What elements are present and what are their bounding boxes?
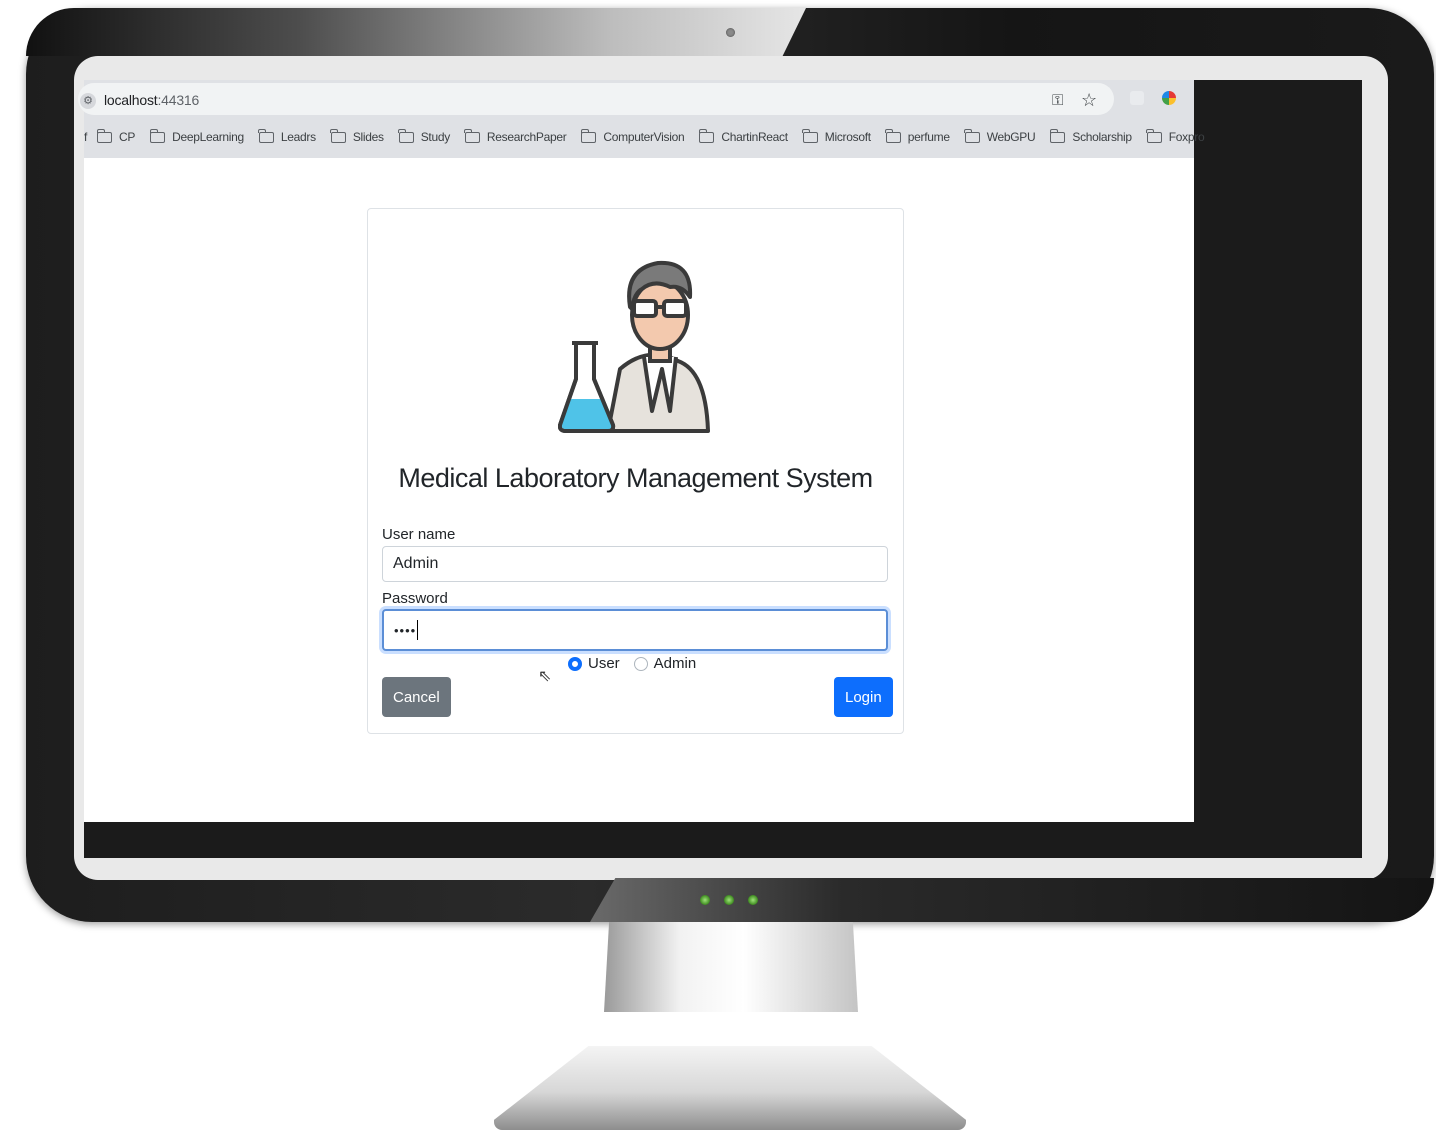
folder-icon bbox=[149, 128, 166, 143]
folder-icon bbox=[464, 128, 480, 143]
monitor-bezel-highlight bbox=[26, 8, 806, 56]
browser-window: ⚙ localhost:44316 ⚿ ☆ f CP DeepLearning … bbox=[78, 80, 1205, 822]
folder-icon bbox=[964, 128, 980, 143]
folder-icon bbox=[330, 128, 346, 143]
folder-icon bbox=[96, 128, 113, 143]
webcam-dot bbox=[726, 28, 735, 37]
bookmark-item[interactable]: ComputerVision bbox=[580, 128, 685, 144]
bookmark-label: Foxpro bbox=[1168, 130, 1205, 144]
monitor-status-leds bbox=[700, 895, 758, 905]
username-label: User name bbox=[382, 526, 456, 543]
status-led bbox=[724, 895, 734, 905]
login-button[interactable]: Login bbox=[834, 677, 893, 717]
bookmark-item[interactable]: Leadrs bbox=[258, 128, 316, 144]
role-radio-group: User Admin bbox=[568, 655, 710, 672]
bookmark-item[interactable]: perfume bbox=[885, 128, 950, 144]
bookmark-item[interactable]: ChartinReact bbox=[698, 128, 788, 144]
page-title: Medical Laboratory Management System bbox=[398, 463, 873, 493]
bookmark-label: ChartinReact bbox=[721, 130, 788, 144]
bookmark-label: DeepLearning bbox=[172, 130, 244, 144]
screen-bottom-strip bbox=[84, 822, 1362, 858]
bookmark-label: Slides bbox=[352, 130, 384, 144]
scientist-logo-icon bbox=[558, 260, 710, 433]
url-text: localhost:44316 bbox=[104, 92, 199, 108]
bookmark-item[interactable]: Microsoft bbox=[802, 128, 871, 144]
bookmark-item[interactable]: Scholarship bbox=[1049, 128, 1132, 144]
monitor-screen: ⚙ localhost:44316 ⚿ ☆ f CP DeepLearning … bbox=[78, 80, 1362, 858]
cancel-button[interactable]: Cancel bbox=[382, 677, 451, 717]
mouse-cursor-icon: ⇖ bbox=[538, 668, 552, 685]
folder-icon bbox=[258, 128, 274, 143]
monitor-stand-base bbox=[494, 1046, 966, 1130]
bookmark-item[interactable]: Study bbox=[398, 128, 450, 144]
bookmark-item[interactable]: ResearchPaper bbox=[464, 128, 567, 144]
bookmark-label: perfume bbox=[907, 130, 950, 144]
star-icon[interactable]: ☆ bbox=[1081, 90, 1097, 111]
address-bar[interactable]: ⚙ localhost:44316 ⚿ ☆ bbox=[78, 83, 1114, 115]
key-icon[interactable]: ⚿ bbox=[1052, 92, 1063, 109]
browser-toolbar: ⚙ localhost:44316 ⚿ ☆ f CP DeepLearning … bbox=[78, 80, 1205, 158]
url-host: localhost bbox=[104, 92, 158, 108]
bookmark-label: Microsoft bbox=[824, 130, 871, 144]
bookmark-label: CP bbox=[119, 130, 136, 144]
bookmark-item[interactable]: WebGPU bbox=[964, 128, 1036, 144]
status-led bbox=[748, 895, 758, 905]
role-radio-admin[interactable] bbox=[633, 656, 648, 671]
password-input[interactable]: •••• bbox=[382, 609, 888, 651]
bookmark-item[interactable]: Foxpro bbox=[1146, 128, 1205, 144]
username-input[interactable] bbox=[382, 546, 888, 582]
monitor-stand-neck bbox=[604, 922, 858, 1012]
folder-icon bbox=[802, 128, 818, 143]
bookmark-label: Leadrs bbox=[280, 130, 316, 144]
bookmark-label: Study bbox=[420, 130, 450, 144]
bookmark-item[interactable]: DeepLearning bbox=[149, 128, 244, 144]
url-port: :44316 bbox=[157, 92, 200, 108]
extension-icon[interactable] bbox=[1130, 91, 1144, 105]
color-picker-icon[interactable] bbox=[1162, 91, 1176, 105]
folder-icon bbox=[885, 128, 901, 143]
bookmark-label: ComputerVision bbox=[603, 130, 685, 144]
text-caret bbox=[417, 620, 419, 640]
folder-icon bbox=[398, 128, 414, 143]
role-radio-user[interactable] bbox=[568, 656, 582, 671]
folder-icon bbox=[698, 128, 715, 143]
site-info-icon[interactable]: ⚙ bbox=[80, 93, 96, 109]
folder-icon bbox=[580, 128, 597, 143]
bookmark-label: WebGPU bbox=[986, 130, 1036, 144]
password-label: Password bbox=[382, 590, 448, 607]
status-led bbox=[700, 895, 710, 905]
folder-icon bbox=[1049, 128, 1066, 143]
login-card: Medical Laboratory Management System Use… bbox=[367, 208, 904, 734]
bookmark-item[interactable]: Slides bbox=[330, 128, 384, 144]
bookmark-overflow[interactable]: f bbox=[84, 130, 87, 144]
bookmark-item[interactable]: CP bbox=[96, 128, 136, 144]
folder-icon bbox=[1146, 128, 1162, 143]
password-value: •••• bbox=[394, 622, 417, 638]
role-radio-label: User bbox=[588, 655, 620, 672]
bookmark-label: Scholarship bbox=[1072, 130, 1132, 144]
bookmarks-bar: f CP DeepLearning Leadrs Slides Study Re… bbox=[84, 126, 1219, 148]
bookmark-label: ResearchPaper bbox=[486, 130, 567, 144]
role-radio-label: Admin bbox=[653, 655, 697, 672]
